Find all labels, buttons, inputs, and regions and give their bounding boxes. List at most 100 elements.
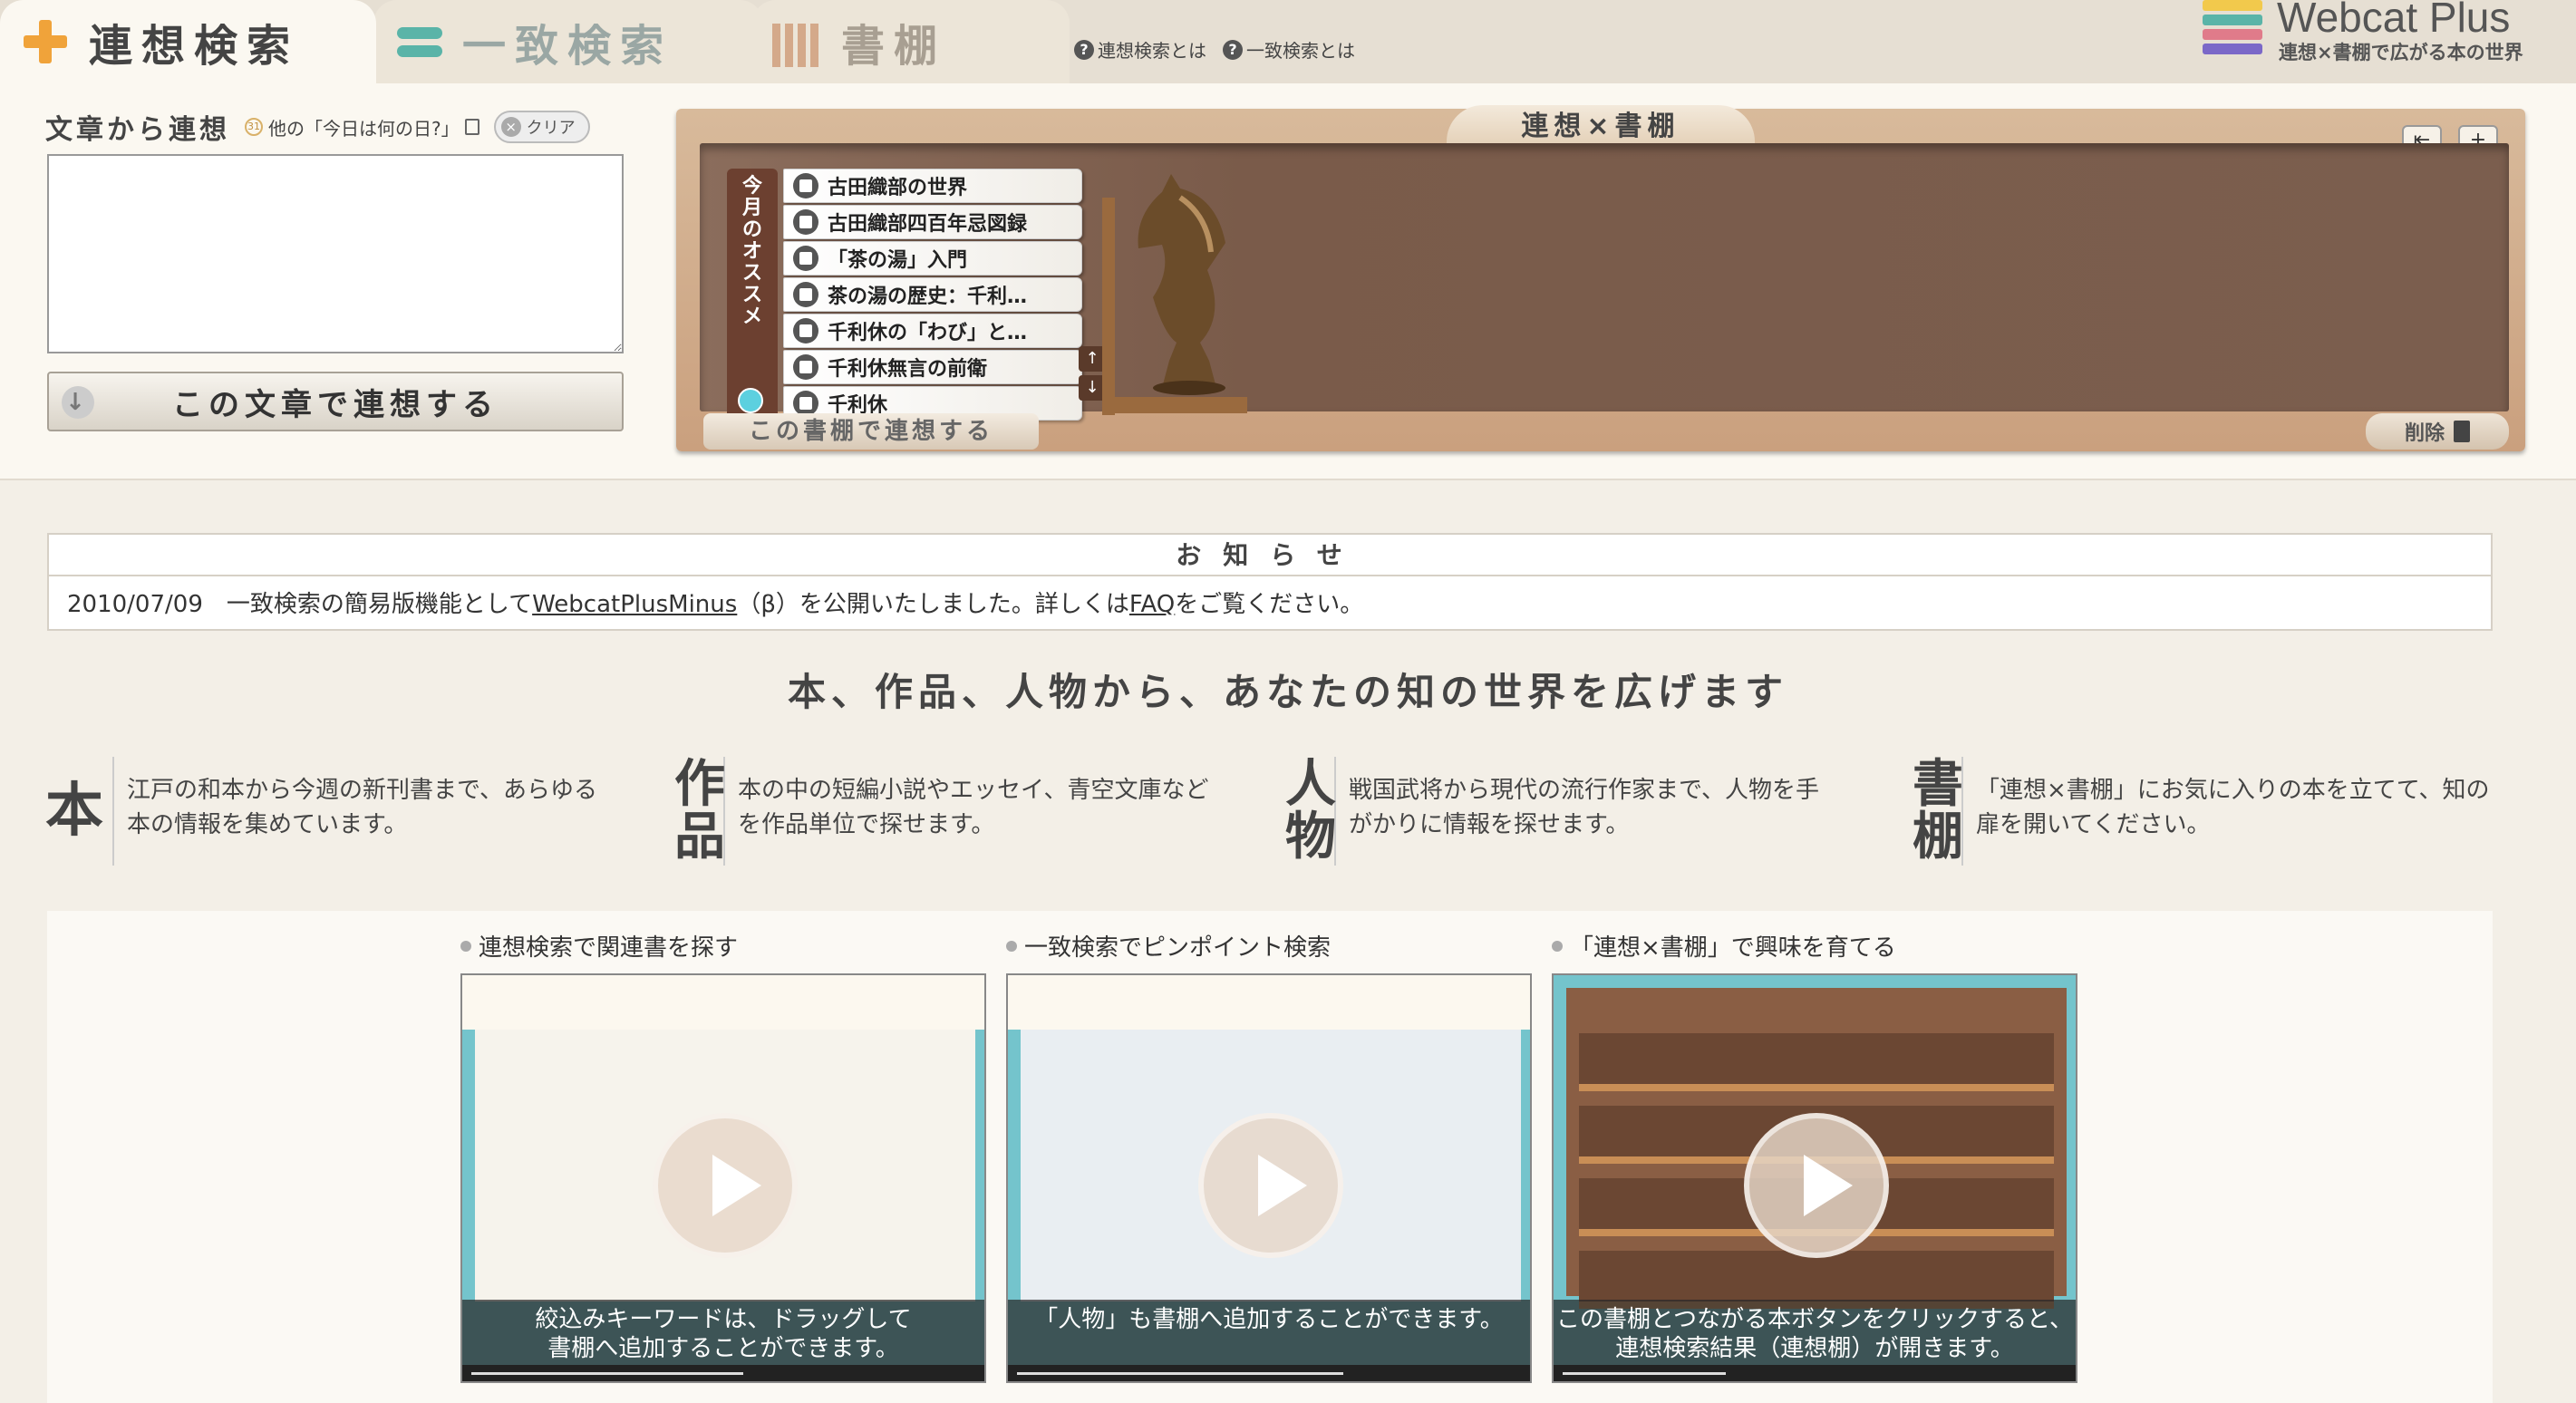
video-progress-bar[interactable]: [1008, 1365, 1530, 1381]
book-icon: [793, 391, 818, 416]
recommend-char: ス: [741, 284, 762, 306]
today-link[interactable]: 31 他の「今日は何の日?」: [245, 114, 479, 140]
feature-description: 本の中の短編小説やエッセイ、青空文庫など を作品単位で探せます。: [738, 757, 1208, 866]
indicator-dot-icon[interactable]: [738, 388, 763, 413]
feature-line: を作品単位で探せます。: [738, 811, 995, 838]
tab-label: 書棚: [841, 21, 947, 72]
feature-description: 江戸の和本から今週の新刊書まで、あらゆる 本の情報を集めています。: [127, 757, 597, 866]
notice-box: お知らせ 2010/07/09 一致検索の簡易版機能としてWebcatPlusM…: [47, 533, 2493, 631]
feature-description: 戦国武将から現代の流行作家まで、人物を手 がかりに情報を探せます。: [1349, 757, 1819, 866]
notice-text: （β）を公開いたしました。詳しくは: [737, 591, 1129, 618]
feature-line: がかりに情報を探せます。: [1349, 811, 1630, 838]
feature-bookshelf: 書棚 「連想×書棚」にお気に入りの本を立てて、知の 扉を開いてください。: [1913, 757, 2490, 866]
video-player[interactable]: この書棚とつながる本ボタンをクリックすると、 連想検索結果（連想棚）が開きます。: [1552, 973, 2077, 1383]
feature-title: 人物: [1285, 755, 1336, 866]
notice-heading: お知らせ: [49, 535, 2491, 576]
shelf-delete-button[interactable]: 削除: [2366, 413, 2509, 450]
video-thumbnail-header: [1008, 975, 1530, 1030]
bookshelf-panel: 連想×書棚 ⇤ + 今 月 の オ ス ス メ 古田織部の世界 古田織部四百年忌…: [676, 105, 2525, 451]
book-item[interactable]: 古田織部の世界: [783, 169, 1082, 203]
recommend-char: オ: [741, 240, 762, 263]
webcat-logo[interactable]: Webcat Plus 連想×書棚で広がる本の世界: [2203, 0, 2576, 73]
tab-label: 連想検索: [89, 21, 300, 72]
bullet-icon: [1006, 940, 1017, 952]
video-player[interactable]: 「人物」も書棚へ追加することができます。: [1006, 973, 1532, 1383]
book-title: 千利休無言の前衛: [828, 358, 988, 381]
recommend-char: ス: [741, 262, 762, 285]
tagline: 本、作品、人物から、あなたの知の世界を広げます: [787, 670, 1788, 714]
tab-label: 一致検索: [462, 21, 673, 72]
assoc-text-input[interactable]: [47, 154, 624, 353]
book-item[interactable]: 千利休無言の前衛: [783, 350, 1082, 384]
recommend-char: の: [741, 218, 762, 241]
video-title-text: 一致検索でピンポイント検索: [1024, 934, 1332, 962]
play-icon[interactable]: [653, 1113, 798, 1258]
book-title: 茶の湯の歴史：千利…: [828, 285, 1028, 308]
tab-bookshelf[interactable]: 書棚: [752, 0, 1070, 83]
assoc-submit-label: この文章で連想する: [172, 386, 499, 423]
bookshelf-icon: [772, 16, 823, 67]
feature-line: 「連想×書棚」にお気に入りの本を立てて、知の: [1976, 777, 2490, 804]
shelf-inner: 今 月 の オ ス ス メ 古田織部の世界 古田織部四百年忌図録 「茶の湯」入門…: [700, 143, 2509, 426]
logo-bars-icon: [2203, 0, 2262, 63]
faq-link[interactable]: FAQ: [1129, 591, 1175, 618]
feature-people: 人物 戦国武将から現代の流行作家まで、人物を手 がかりに情報を探せます。: [1285, 757, 1819, 866]
video-caption: 「人物」も書棚へ追加することができます。: [1008, 1300, 1530, 1367]
logo-subtitle: 連想×書棚で広がる本の世界: [2279, 42, 2523, 63]
book-item[interactable]: 茶の湯の歴史：千利…: [783, 277, 1082, 312]
delete-label: 削除: [2404, 422, 2445, 445]
book-icon: [793, 209, 818, 235]
video-progress-fill: [1017, 1372, 1343, 1375]
video-match: 一致検索でピンポイント検索 「人物」も書棚へ追加することができます。: [1006, 929, 1532, 1383]
caption-line: 絞込みキーワードは、ドラッグして: [535, 1306, 912, 1333]
feature-title: 書棚: [1913, 755, 1963, 866]
caption-line: 書棚へ追加することができます。: [547, 1335, 899, 1362]
assoc-title: 文章から連想: [45, 114, 230, 146]
book-icon: [793, 318, 818, 343]
monthly-recommend-label: 今 月 の オ ス ス メ: [727, 169, 778, 426]
video-title: 連想検索で関連書を探す: [460, 929, 986, 963]
feature-title: 本: [45, 757, 114, 866]
video-progress-bar[interactable]: [1554, 1365, 2076, 1381]
tab-association-search[interactable]: 連想検索: [0, 0, 376, 83]
question-icon: ?: [1074, 39, 1094, 60]
video-player[interactable]: 絞込みキーワードは、ドラッグして 書棚へ追加することができます。: [460, 973, 986, 1383]
video-progress-bar[interactable]: [462, 1365, 984, 1381]
equals-icon: [393, 16, 444, 67]
feature-works: 作品 本の中の短編小説やエッセイ、青空文庫など を作品単位で探せます。: [674, 757, 1208, 866]
recommend-char: メ: [741, 305, 762, 328]
down-arrow-icon: ↓: [62, 386, 94, 419]
play-icon[interactable]: [1744, 1113, 1889, 1258]
video-title-text: 連想検索で関連書を探す: [479, 934, 739, 962]
book-title: 古田織部の世界: [828, 177, 968, 199]
webcatplusminus-link[interactable]: WebcatPlusMinus: [532, 591, 737, 618]
video-caption: 絞込みキーワードは、ドラッグして 書棚へ追加することができます。: [462, 1300, 984, 1367]
feature-line: 戦国武将から現代の流行作家まで、人物を手: [1349, 777, 1819, 804]
book-icon: [793, 354, 818, 380]
plus-icon: [20, 16, 71, 67]
video-progress-fill: [1563, 1372, 1726, 1375]
help-link-association[interactable]: ? 連想検索とは: [1074, 36, 1206, 63]
top-nav: 連想検索 一致検索 書棚 ? 連想検索とは ? 一致検索とは Webcat Pl…: [0, 0, 2576, 83]
video-title-text: 「連想×書棚」で興味を育てる: [1570, 934, 1896, 962]
recommend-char: 月: [741, 197, 762, 219]
notice-date: 2010/07/09: [67, 591, 203, 618]
shelf-assoc-button[interactable]: この書棚で連想する: [703, 413, 1039, 450]
book-title: 千利休の「わび」と…: [828, 322, 1028, 344]
play-icon[interactable]: [1198, 1113, 1343, 1258]
notice-body: 2010/07/09 一致検索の簡易版機能としてWebcatPlusMinus（…: [49, 576, 2491, 628]
clear-button[interactable]: × クリア: [493, 111, 590, 143]
book-item[interactable]: 「茶の湯」入門: [783, 241, 1082, 276]
book-item[interactable]: 千利休の「わび」と…: [783, 314, 1082, 348]
tab-match-search[interactable]: 一致検索: [373, 0, 763, 83]
caption-line: この書棚とつながる本ボタンをクリックすると、: [1556, 1306, 2073, 1333]
question-icon: ?: [1223, 39, 1243, 60]
feature-description: 「連想×書棚」にお気に入りの本を立てて、知の 扉を開いてください。: [1976, 757, 2490, 866]
help-link-match[interactable]: ? 一致検索とは: [1223, 36, 1355, 63]
book-icon: [793, 173, 818, 198]
book-item[interactable]: 古田織部四百年忌図録: [783, 205, 1082, 239]
shelf-row: [1579, 1033, 2054, 1091]
feature-books: 本 江戸の和本から今週の新刊書まで、あらゆる 本の情報を集めています。: [45, 757, 597, 866]
assoc-submit-button[interactable]: ↓ この文章で連想する: [47, 372, 624, 431]
tutorial-videos: 連想検索で関連書を探す 絞込みキーワードは、ドラッグして 書棚へ追加することがで…: [47, 911, 2493, 1403]
